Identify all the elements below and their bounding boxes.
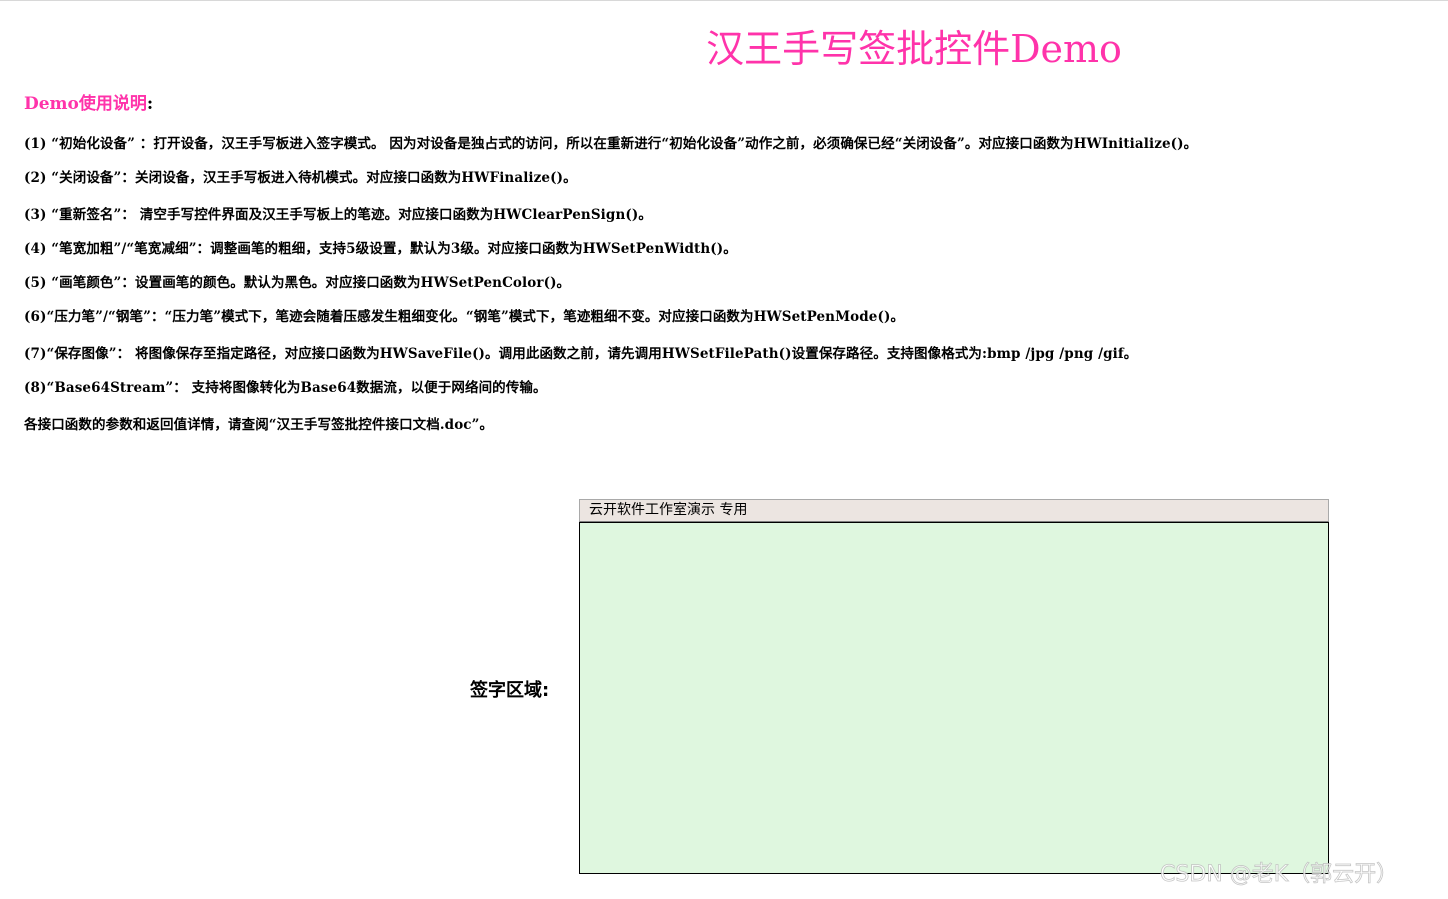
page-title: 汉王手写签批控件Demo (706, 27, 1122, 71)
instruction-footnote: 各接口函数的参数和返回值详情，请查阅“汉王手写签批控件接口文档.doc”。 (24, 417, 494, 433)
instruction-item-6: (6)“压力笔”/“钢笔”：“压力笔”模式下，笔迹会随着压感发生粗细变化。“钢笔… (24, 309, 905, 325)
csdn-watermark: CSDN @老K（郭云开） (1160, 862, 1399, 888)
signature-control: 云开软件工作室演示 专用 (579, 499, 1329, 874)
instruction-item-3: (3) “重新签名”： 清空手写控件界面及汉王手写板上的笔迹。对应接口函数为HW… (24, 207, 652, 223)
instruction-item-1: (1) “初始化设备” ：打开设备，汉王手写板进入签字模式。 因为对设备是独占式… (24, 136, 1198, 152)
signature-canvas[interactable] (579, 522, 1329, 874)
instruction-item-4: (4) “笔宽加粗”/“笔宽减细”：调整画笔的粗细，支持5级设置，默认为3级。对… (24, 241, 737, 257)
usage-heading-text: Demo使用说明 (24, 94, 147, 114)
signature-control-caption: 云开软件工作室演示 专用 (579, 499, 1329, 522)
signature-area-label: 签字区域: (470, 680, 550, 701)
instruction-item-5: (5) “画笔颜色”：设置画笔的颜色。默认为黑色。对应接口函数为HWSetPen… (24, 275, 571, 291)
instruction-item-2: (2) “关闭设备”：关闭设备，汉王手写板进入待机模式。对应接口函数为HWFin… (24, 170, 577, 186)
top-divider (0, 0, 1448, 1)
instruction-item-7: (7)“保存图像”： 将图像保存至指定路径，对应接口函数为HWSaveFile(… (24, 346, 1138, 362)
usage-heading-colon: : (146, 94, 154, 114)
instruction-item-8: (8)“Base64Stream”： 支持将图像转化为Base64数据流，以便于… (24, 380, 547, 396)
usage-heading: Demo使用说明: (24, 89, 153, 114)
